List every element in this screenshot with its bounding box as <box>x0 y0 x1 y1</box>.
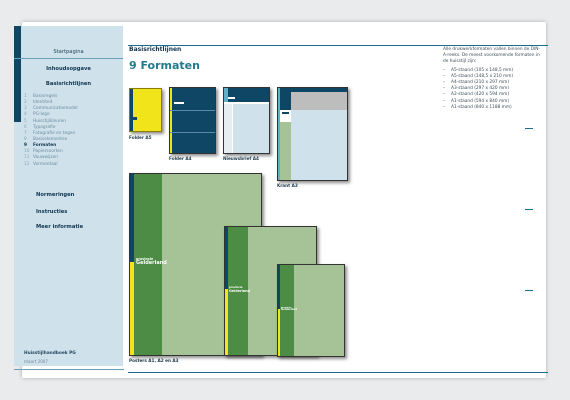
caption-posters: Posters A1, A2 en A3 <box>129 358 179 363</box>
footer-subtitle: maart 2007 <box>24 359 49 364</box>
margin-tick <box>525 209 533 210</box>
nav-normeringen[interactable]: Normeringen <box>36 192 74 198</box>
poster-a1-logo: provincie Gelderland <box>136 257 167 266</box>
krant-a3-thumbnail <box>277 87 348 181</box>
poster-a3-logo: provincie Gelderland <box>281 307 298 312</box>
margin-tick <box>525 128 533 129</box>
nav-contents[interactable]: Inhoudsopgave <box>14 66 123 72</box>
sidebar-item-vormentaal[interactable]: 12 Vormentaal <box>24 162 78 168</box>
folder-a5-thumbnail <box>129 88 162 132</box>
caption-nieuwsbrief-a4: Nieuwsbrief A4 <box>223 156 259 161</box>
subnav-list: 1 Basisregels 2 Identiteit 3 Communicatiemo… <box>24 94 78 168</box>
section-label: Basisrichtlijnen <box>129 46 182 53</box>
intro-text: Alle drukwerkformaten vallen binnen de D… <box>443 47 540 65</box>
caption-folder-a4: Folder A4 <box>169 156 192 161</box>
caption-folder-a5: Folder A5 <box>129 135 152 140</box>
format-list: A5-staand (105 x 148,5 mm) A5-staand (14… <box>443 68 543 112</box>
header-rule <box>128 45 548 46</box>
nav-instructies[interactable]: Instructies <box>36 209 67 215</box>
nieuwsbrief-a4-thumbnail <box>223 87 270 154</box>
poster-a3-thumbnail: provincie Gelderland <box>277 264 345 357</box>
nav-home[interactable]: Startpagina <box>14 49 123 55</box>
footer-title: Huisstijlhandboek PG <box>24 351 76 356</box>
page-title: 9 Formaten <box>129 59 200 72</box>
intro-block: Alle drukwerkformaten vallen binnen de D… <box>443 47 543 111</box>
margin-tick <box>525 290 533 291</box>
sidebar: Startpagina Inhoudsopgave Basisrichtlijn… <box>14 26 123 366</box>
nav-meer-informatie[interactable]: Meer informatie <box>36 224 83 230</box>
nav-section-heading[interactable]: Basisrichtlijnen <box>14 81 123 87</box>
divider <box>14 58 123 59</box>
format-item: A1-staand (840 x 1188 mm) <box>443 105 543 111</box>
sidebar-footer-rule <box>14 369 124 370</box>
folder-a4-thumbnail <box>169 87 216 154</box>
poster-a2-logo: provincie Gelderland <box>229 286 250 293</box>
caption-krant-a3: Krant A3 <box>277 183 298 188</box>
footer-rule <box>128 372 548 373</box>
sidebar-accent-bar <box>14 26 21 122</box>
